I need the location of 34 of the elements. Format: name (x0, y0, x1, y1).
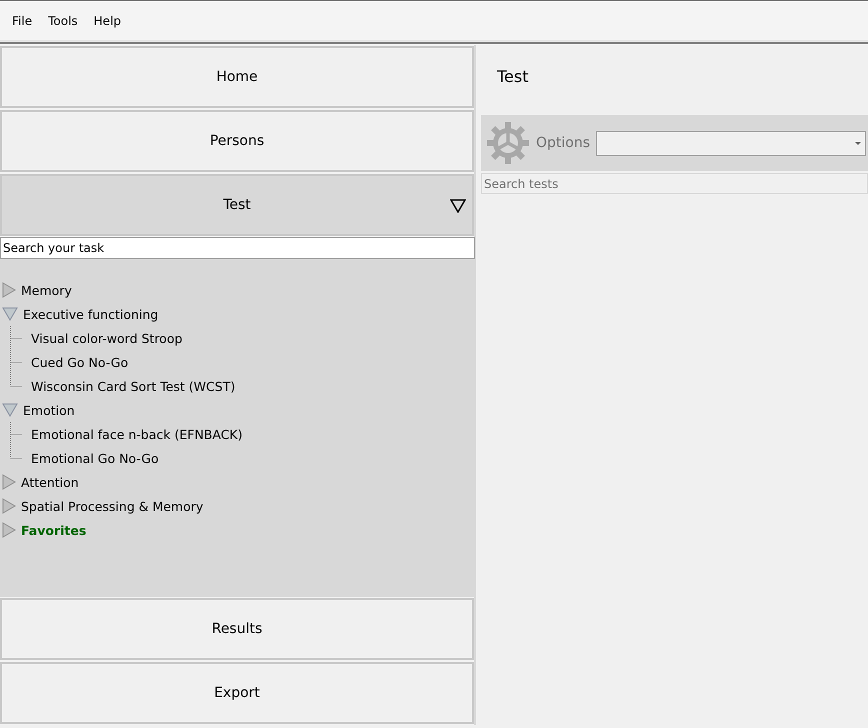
search-field[interactable]: Search tests (481, 173, 868, 194)
search-field[interactable]: Search your task (0, 237, 475, 259)
collapse-triangle-icon[interactable] (2, 307, 18, 321)
options-dropdown[interactable] (596, 130, 866, 156)
expand-triangle-icon[interactable] (2, 282, 16, 298)
tree-item[interactable]: Memory (21, 282, 72, 298)
tree-item[interactable]: Favorites (21, 522, 86, 538)
nav-button[interactable]: Results (0, 598, 474, 660)
nav-button[interactable]: Persons (0, 110, 474, 172)
caret-down-icon (450, 199, 466, 213)
collapse-triangle-icon[interactable] (2, 403, 18, 417)
tree-item[interactable]: Executive functioning (23, 306, 158, 322)
tree-item[interactable]: Visual color-word Stroop (31, 330, 182, 346)
expand-triangle-icon[interactable] (2, 474, 16, 490)
expand-triangle-icon[interactable] (2, 498, 16, 514)
nav-button[interactable]: Home (0, 46, 474, 108)
tree-item[interactable]: Wisconsin Card Sort Test (WCST) (31, 378, 236, 394)
dropdown-arrow-icon (855, 142, 862, 146)
menu-item[interactable]: File (4, 14, 40, 28)
tree-item[interactable]: Emotion (23, 402, 75, 418)
nav-button[interactable]: Test (0, 174, 474, 236)
tree-item[interactable]: Spatial Processing & Memory (21, 498, 204, 514)
expand-triangle-icon[interactable] (2, 522, 16, 538)
menu-item[interactable]: Tools (40, 14, 86, 28)
tree-item[interactable]: Attention (21, 474, 79, 490)
gear-icon[interactable] (486, 121, 530, 165)
tree-line-icon (10, 326, 22, 350)
options-label: Options (536, 135, 590, 151)
panel-title: Test (496, 66, 530, 88)
tree-item[interactable]: Emotional Go No-Go (31, 450, 159, 466)
menu-item[interactable]: Help (86, 14, 130, 28)
tree-item[interactable]: Emotional face n-back (EFNBACK) (31, 426, 243, 442)
tree-item[interactable]: Cued Go No-Go (31, 354, 128, 370)
nav-button[interactable]: Export (0, 662, 474, 724)
